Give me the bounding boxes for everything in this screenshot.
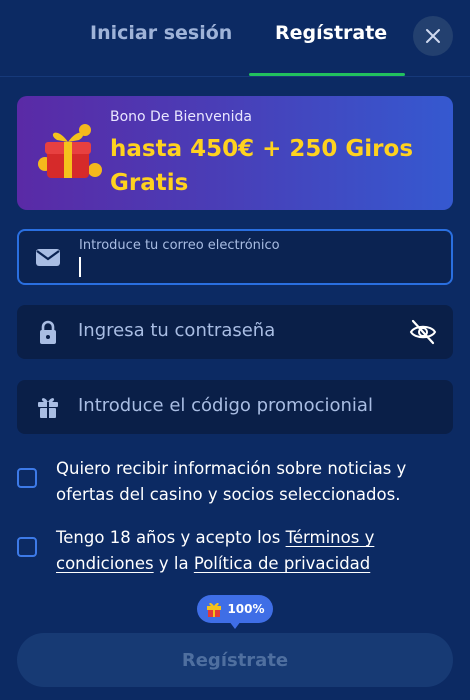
close-icon bbox=[426, 29, 440, 43]
tab-login[interactable]: Iniciar sesión bbox=[90, 22, 232, 44]
marketing-checkbox[interactable] bbox=[17, 468, 37, 488]
badge-percent: 100% bbox=[227, 602, 265, 616]
promo-placeholder: Introduce el código promocionial bbox=[78, 395, 373, 416]
bonus-amount: hasta 450€ + 250 Giros Gratis bbox=[110, 136, 414, 196]
welcome-bonus-banner: Bono De Bienvenida hasta 450€ + 250 Giro… bbox=[17, 96, 453, 210]
gift-icon bbox=[38, 124, 102, 178]
tab-register[interactable]: Regístrate bbox=[275, 22, 387, 44]
envelope-icon bbox=[36, 249, 60, 266]
terms-consent-text: Tengo 18 años y acepto los Términos y co… bbox=[56, 525, 456, 577]
bonus-percent-badge: 100% bbox=[197, 595, 273, 623]
active-tab-indicator bbox=[249, 73, 405, 76]
badge-tail bbox=[229, 621, 241, 629]
age-prefix: Tengo 18 años y acepto los bbox=[56, 528, 286, 547]
marketing-consent-text: Quiero recibir información sobre noticia… bbox=[56, 459, 407, 504]
bonus-label: Bono De Bienvenida bbox=[110, 109, 253, 125]
promo-code-field[interactable]: Introduce el código promocionial bbox=[17, 380, 453, 434]
lock-icon bbox=[40, 320, 56, 344]
text-caret bbox=[79, 257, 81, 277]
terms-checkbox[interactable] bbox=[17, 537, 37, 557]
gift-icon bbox=[38, 398, 58, 418]
close-button[interactable] bbox=[413, 16, 453, 56]
gift-icon bbox=[207, 602, 222, 617]
age-middle: y la bbox=[153, 554, 194, 573]
password-field[interactable]: Ingresa tu contraseña bbox=[17, 305, 453, 359]
email-field[interactable]: Introduce tu correo electrónico bbox=[17, 229, 453, 285]
register-submit-button[interactable]: Regístrate bbox=[17, 633, 453, 687]
password-placeholder: Ingresa tu contraseña bbox=[78, 320, 276, 341]
email-field-label: Introduce tu correo electrónico bbox=[79, 238, 280, 253]
eye-slash-icon[interactable] bbox=[409, 319, 437, 345]
privacy-link[interactable]: Política de privacidad bbox=[194, 554, 370, 573]
auth-tabs: Iniciar sesión Regístrate bbox=[0, 0, 470, 77]
